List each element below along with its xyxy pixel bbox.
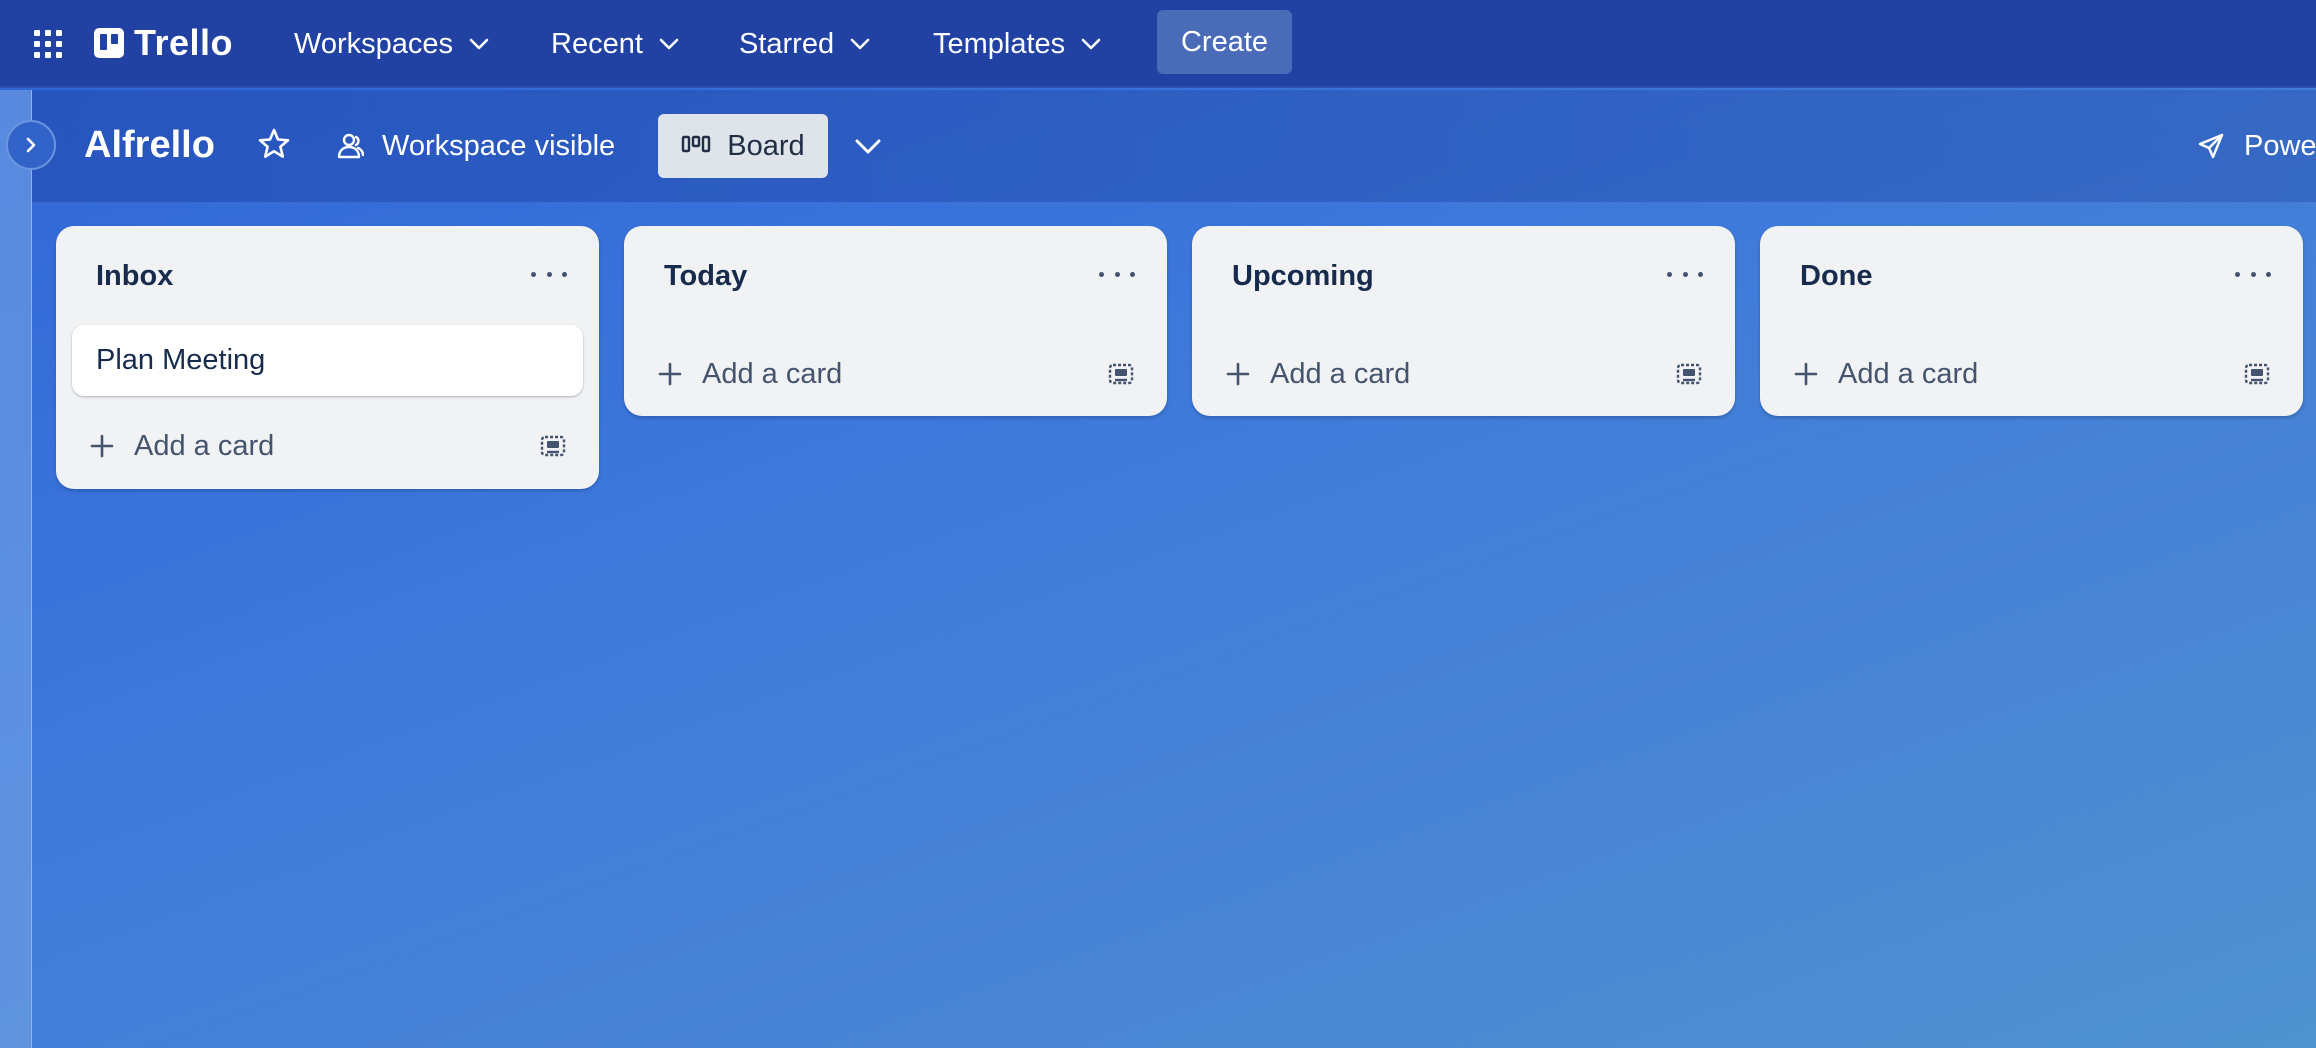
board-title[interactable]: Alfrello: [84, 124, 215, 167]
top-navigation: Trello Workspaces Recent Starred Templat…: [0, 0, 2316, 88]
add-card-label: Add a card: [702, 357, 843, 390]
chevron-down-icon: [1081, 38, 1101, 50]
app-switcher-icon[interactable]: [30, 26, 66, 62]
nav-workspaces-dropdown[interactable]: Workspaces: [294, 20, 491, 68]
logo-text: Trello: [134, 22, 234, 63]
create-from-template-icon[interactable]: [537, 430, 569, 462]
rocket-icon: [2198, 133, 2224, 159]
chevron-down-icon: [659, 38, 679, 50]
list-actions-icon[interactable]: [2235, 262, 2271, 286]
trello-logo[interactable]: Trello: [94, 20, 233, 66]
nav-starred-dropdown[interactable]: Starred: [739, 20, 872, 68]
list-actions-icon[interactable]: [1667, 262, 1703, 286]
add-card-button[interactable]: Add a card: [638, 346, 1078, 402]
chevron-down-icon: [850, 38, 870, 50]
list-done: Done Add a card: [1760, 226, 2303, 416]
chevron-down-icon: [469, 38, 489, 50]
chevron-down-icon[interactable]: [850, 128, 886, 164]
board-view-icon: [682, 135, 711, 153]
nav-recent-dropdown[interactable]: Recent: [551, 20, 681, 68]
list-header: Done: [1760, 226, 2303, 326]
visibility-label: Workspace visible: [382, 129, 616, 162]
list-header: Upcoming: [1192, 226, 1735, 326]
trello-app: Trello Workspaces Recent Starred Templat…: [0, 0, 2316, 1048]
list-actions-icon[interactable]: [1099, 262, 1135, 286]
trello-logo-icon: [94, 28, 124, 58]
list-title[interactable]: Done: [1800, 260, 1873, 293]
card[interactable]: Plan Meeting: [72, 325, 583, 396]
list-today: Today Add a card: [624, 226, 1167, 416]
star-board-icon[interactable]: [256, 126, 292, 162]
create-button[interactable]: Create: [1157, 10, 1292, 74]
list-actions-icon[interactable]: [531, 262, 567, 286]
board-view-label: Board: [727, 129, 805, 162]
people-icon: [337, 133, 365, 159]
power-ups-label: Powe: [2244, 129, 2316, 162]
list-upcoming: Upcoming Add a card: [1192, 226, 1735, 416]
plus-icon: [90, 434, 114, 458]
plus-icon: [1794, 362, 1818, 386]
create-from-template-icon[interactable]: [1105, 358, 1137, 390]
create-from-template-icon[interactable]: [1673, 358, 1705, 390]
nav-recent-label: Recent: [551, 27, 643, 60]
nav-workspaces-label: Workspaces: [294, 27, 454, 60]
card-title: Plan Meeting: [96, 344, 266, 376]
sidebar-collapsed-rail: [0, 90, 32, 1048]
add-card-label: Add a card: [134, 429, 275, 462]
add-card-button[interactable]: Add a card: [1774, 346, 2214, 402]
expand-sidebar-button[interactable]: [6, 120, 56, 170]
add-card-button[interactable]: Add a card: [70, 418, 510, 474]
chevron-right-icon: [26, 137, 36, 153]
create-from-template-icon[interactable]: [2241, 358, 2273, 390]
nav-starred-label: Starred: [739, 27, 835, 60]
list-title[interactable]: Inbox: [96, 260, 173, 293]
list-header: Inbox: [56, 226, 599, 326]
nav-templates-dropdown[interactable]: Templates: [933, 20, 1103, 68]
list-title[interactable]: Today: [664, 260, 747, 293]
list-inbox: Inbox Plan Meeting Add a card: [56, 226, 599, 489]
power-ups-button[interactable]: Powe: [2196, 122, 2316, 170]
add-card-button[interactable]: Add a card: [1206, 346, 1646, 402]
list-title[interactable]: Upcoming: [1232, 260, 1374, 293]
add-card-label: Add a card: [1838, 357, 1979, 390]
nav-templates-label: Templates: [933, 27, 1066, 60]
board-view-switcher[interactable]: Board: [658, 114, 828, 178]
workspace-visibility-button[interactable]: Workspace visible: [336, 120, 615, 172]
plus-icon: [1226, 362, 1250, 386]
list-header: Today: [624, 226, 1167, 326]
add-card-label: Add a card: [1270, 357, 1411, 390]
plus-icon: [658, 362, 682, 386]
